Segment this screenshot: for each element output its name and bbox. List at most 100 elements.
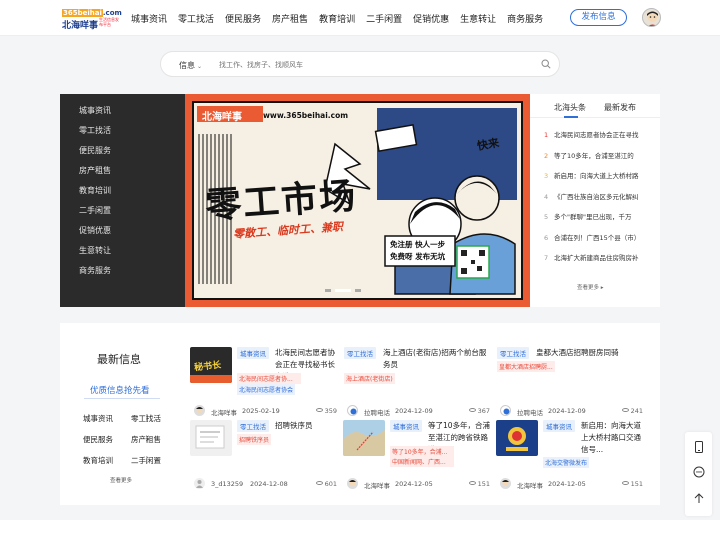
sidebar-item[interactable]: 二手闲置 xyxy=(79,205,111,225)
mobile-icon[interactable] xyxy=(692,440,705,453)
card-tag: 零工找活 xyxy=(497,347,529,359)
user-avatar[interactable] xyxy=(642,8,661,27)
view-count: 151 xyxy=(468,480,490,488)
info-card[interactable]: 秘书长 城事资讯 北海民间志愿者协会正在寻找秘书长人选！ 北海民间志愿者协...… xyxy=(190,347,340,420)
latest-section: 最新信息 优质信息抢先看 城事资讯 零工找活 便民服务 房产租售 教育培训 二手… xyxy=(60,323,660,505)
category-link[interactable]: 城事资讯 xyxy=(83,413,113,424)
logo-url: 365beihai.com xyxy=(62,9,122,17)
nav-item[interactable]: 城事资讯 xyxy=(131,12,167,25)
news-tabs: 北海头条 最新发布 xyxy=(530,94,660,118)
sidebar-item[interactable]: 房产租售 xyxy=(79,165,111,185)
sidebar-item[interactable]: 教育培训 xyxy=(79,185,111,205)
hero-banner[interactable]: 北海咩事 www.365beihai.com 零工市场 零散工、临时工、兼职 快… xyxy=(185,94,530,307)
eye-icon xyxy=(621,481,629,485)
author-avatar xyxy=(347,478,358,489)
post-date: 2024-12-05 xyxy=(395,480,433,488)
card-title: 海上酒店(老街店)招两个前台服务员 xyxy=(383,348,487,369)
author-avatar xyxy=(194,405,205,416)
headline-list: 1 北海民间志愿者协会正在寻找 2 等了10多年，合浦至湛江的 3 新启用：向海大道上… xyxy=(544,129,654,273)
post-date: 2025-02-19 xyxy=(242,407,280,415)
info-card[interactable]: 零工找活 皇都大酒店招聘厨房同骑 皇都大酒店招聘厨... 拉聘电话 2024-1… xyxy=(496,347,646,420)
category-link[interactable]: 房产租售 xyxy=(131,434,161,445)
card-tag: 城事资讯 xyxy=(237,347,269,359)
card-tag: 城事资讯 xyxy=(390,420,422,432)
category-link[interactable]: 教育培训 xyxy=(83,455,113,466)
card-subtag: 北海民间志愿者协... xyxy=(237,373,301,384)
list-item[interactable]: 3 新启用：向海大道上大桥村路 xyxy=(544,170,654,191)
nav-item[interactable]: 房产租售 xyxy=(272,12,308,25)
eye-icon xyxy=(315,408,323,412)
nav-item[interactable]: 商务服务 xyxy=(507,12,543,25)
info-card[interactable]: 城事资讯 新启用：向海大道上大桥村路口交通信号... 北海交警微发布 北海咩事 … xyxy=(496,420,646,493)
sidebar-item[interactable]: 便民服务 xyxy=(79,145,111,165)
sidebar-item[interactable]: 生意转让 xyxy=(79,245,111,265)
publish-button[interactable]: 发布信息 xyxy=(570,9,627,26)
sidebar-item[interactable]: 零工找活 xyxy=(79,125,111,145)
section-subtitle: 优质信息抢先看 xyxy=(84,386,160,399)
latest-more-link[interactable]: 查看更多 xyxy=(110,476,132,484)
post-date: 2024-12-08 xyxy=(250,480,288,488)
main-nav: 城事资讯 零工找活 便民服务 房产租售 教育培训 二手闲置 促销优惠 生意转让 … xyxy=(131,12,554,25)
post-date: 2024-12-09 xyxy=(548,407,586,415)
back-to-top-icon[interactable] xyxy=(692,491,705,504)
author-name: 3_d13259 xyxy=(211,480,244,488)
footer-strip xyxy=(0,520,720,540)
card-tag: 零工找活 xyxy=(237,420,269,432)
floating-toolbar xyxy=(685,432,712,516)
category-sidebar: 城事资讯 零工找活 便民服务 房产租售 教育培训 二手闲置 促销优惠 生意转让 … xyxy=(60,94,185,307)
chevron-right-icon: ▸ xyxy=(600,285,604,291)
info-card[interactable]: 零工找活 海上酒店(老街店)招两个前台服务员 海上酒店(老街店) 拉聘电话 20… xyxy=(343,347,493,420)
list-item[interactable]: 6 合浦在列！广西15个县（市） xyxy=(544,232,654,253)
tab-headlines[interactable]: 北海头条 xyxy=(554,102,586,118)
author-name: 拉聘电话 xyxy=(364,409,390,417)
card-subtag: 皇都大酒店招聘厨... xyxy=(497,361,555,372)
latest-sidebar: 最新信息 优质信息抢先看 城事资讯 零工找活 便民服务 房产租售 教育培训 二手… xyxy=(60,323,185,505)
author-name: 北海咩事 xyxy=(211,409,237,417)
category-link[interactable]: 二手闲置 xyxy=(131,455,161,466)
list-item[interactable]: 7 北海扩大新建商品住房购房补 xyxy=(544,252,654,273)
info-card[interactable]: 零工找活 招聘铁序员 招聘铁序员 3_d13259 2024-12-08 601 xyxy=(190,420,340,493)
info-card[interactable]: 城事资讯 等了10多年，合浦至湛江的跨省铁路进入... 中国新闻网、广西... … xyxy=(343,420,493,493)
list-item[interactable]: 2 等了10多年，合浦至湛江的 xyxy=(544,150,654,171)
news-more-link[interactable]: 查看更多 ▸ xyxy=(577,283,604,291)
search-input[interactable] xyxy=(219,57,519,72)
news-panel: 北海头条 最新发布 1 北海民间志愿者协会正在寻找 2 等了10多年，合浦至湛江的 … xyxy=(530,94,660,307)
category-link[interactable]: 零工找活 xyxy=(131,413,161,424)
search-category-select[interactable]: 信息 ⌄ xyxy=(179,60,202,71)
author-name: 北海咩事 xyxy=(517,482,543,490)
card-tag: 城事资讯 xyxy=(543,420,575,432)
chat-icon[interactable] xyxy=(692,465,705,478)
search-icon[interactable] xyxy=(541,59,551,69)
sidebar-item[interactable]: 城事资讯 xyxy=(79,105,111,125)
list-item[interactable]: 5 多个"群聊"里已出现，千万 xyxy=(544,211,654,232)
view-count: 601 xyxy=(315,480,337,488)
nav-item[interactable]: 便民服务 xyxy=(225,12,261,25)
site-logo[interactable]: 365beihai.com 北海咩事 生活信息发布平台 xyxy=(62,9,122,31)
nav-item[interactable]: 零工找活 xyxy=(178,12,214,25)
card-thumbnail: 秘书长 xyxy=(190,347,232,383)
sidebar-item[interactable]: 促销优惠 xyxy=(79,225,111,245)
sidebar-item[interactable]: 商务服务 xyxy=(79,265,111,285)
list-item[interactable]: 1 北海民间志愿者协会正在寻找 xyxy=(544,129,654,150)
logo-name: 北海咩事 xyxy=(62,21,99,31)
card-subtag: 招聘铁序员 xyxy=(237,434,272,445)
card-subtag: 北海交警微发布 xyxy=(543,457,590,468)
banner-slogan-1: 免注册 快人一步 xyxy=(390,240,446,249)
tab-latest[interactable]: 最新发布 xyxy=(604,102,636,113)
banner-brand: 北海咩事 xyxy=(202,112,242,123)
nav-item[interactable]: 二手闲置 xyxy=(366,12,402,25)
nav-item[interactable]: 促销优惠 xyxy=(413,12,449,25)
author-avatar xyxy=(347,405,358,416)
search-bar: 信息 ⌄ xyxy=(160,51,560,77)
author-avatar xyxy=(194,478,205,489)
eye-icon xyxy=(621,408,629,412)
category-link[interactable]: 便民服务 xyxy=(83,434,113,445)
view-count: 241 xyxy=(621,407,643,415)
card-title: 新启用：向海大道上大桥村路口交通信号... xyxy=(581,421,641,454)
nav-item[interactable]: 教育培训 xyxy=(319,12,355,25)
view-count: 151 xyxy=(621,480,643,488)
list-item[interactable]: 4 《广西壮族自治区多元化解纠 xyxy=(544,191,654,212)
card-title: 皇都大酒店招聘厨房同骑 xyxy=(536,348,619,357)
card-tag: 零工找活 xyxy=(344,347,376,359)
nav-item[interactable]: 生意转让 xyxy=(460,12,496,25)
